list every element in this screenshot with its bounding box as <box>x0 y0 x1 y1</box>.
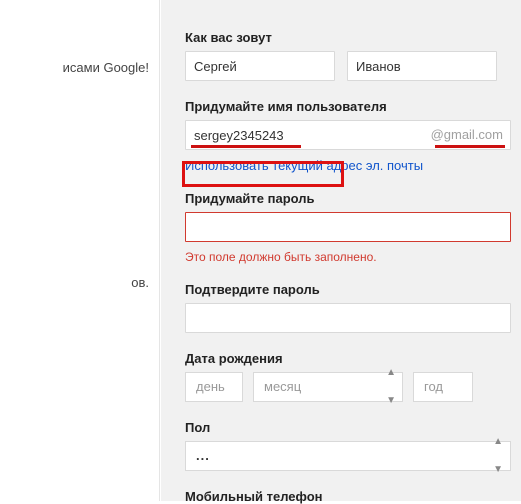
phone-label: Мобильный телефон <box>185 489 516 504</box>
promo-sidebar: исами Google! ов. <box>0 0 160 501</box>
annotation-underline <box>435 145 505 148</box>
password-error-text: Это поле должно быть заполнено. <box>185 250 516 264</box>
promo-text-fragment: ов. <box>0 275 149 290</box>
confirm-password-input[interactable] <box>185 303 511 333</box>
dob-group: Дата рождения день месяц ▲▼ год <box>185 351 516 402</box>
dob-year-placeholder: год <box>424 379 443 394</box>
promo-text-fragment: исами Google! <box>0 60 149 75</box>
last-name-input[interactable] <box>347 51 497 81</box>
annotation-underline <box>191 145 301 148</box>
dob-month-placeholder: месяц <box>264 379 301 394</box>
name-group: Как вас зовут <box>185 30 516 81</box>
password-input[interactable] <box>185 212 511 242</box>
confirm-password-label: Подтвердите пароль <box>185 282 516 297</box>
gender-group: Пол ... ▲▼ <box>185 420 516 471</box>
gender-value: ... <box>196 448 210 463</box>
dob-label: Дата рождения <box>185 351 516 366</box>
gender-label: Пол <box>185 420 516 435</box>
chevron-updown-icon: ▲▼ <box>493 428 504 484</box>
first-name-input[interactable] <box>185 51 335 81</box>
dob-day-input[interactable]: день <box>185 372 243 402</box>
confirm-password-group: Подтвердите пароль <box>185 282 516 333</box>
dob-month-select[interactable]: месяц ▲▼ <box>253 372 403 402</box>
chevron-updown-icon: ▲▼ <box>386 359 396 415</box>
name-label: Как вас зовут <box>185 30 516 45</box>
phone-group: Мобильный телефон <box>185 489 516 504</box>
username-group: Придумайте имя пользователя @gmail.com И… <box>185 99 516 173</box>
signup-form: Как вас зовут Придумайте имя пользовател… <box>161 0 521 501</box>
password-label: Придумайте пароль <box>185 191 516 206</box>
dob-year-input[interactable]: год <box>413 372 473 402</box>
dob-day-placeholder: день <box>196 379 225 394</box>
gender-select[interactable]: ... ▲▼ <box>185 441 511 471</box>
password-group: Придумайте пароль Это поле должно быть з… <box>185 191 516 264</box>
use-existing-email-link[interactable]: Использовать текущий адрес эл. почты <box>185 158 423 173</box>
username-label: Придумайте имя пользователя <box>185 99 516 114</box>
